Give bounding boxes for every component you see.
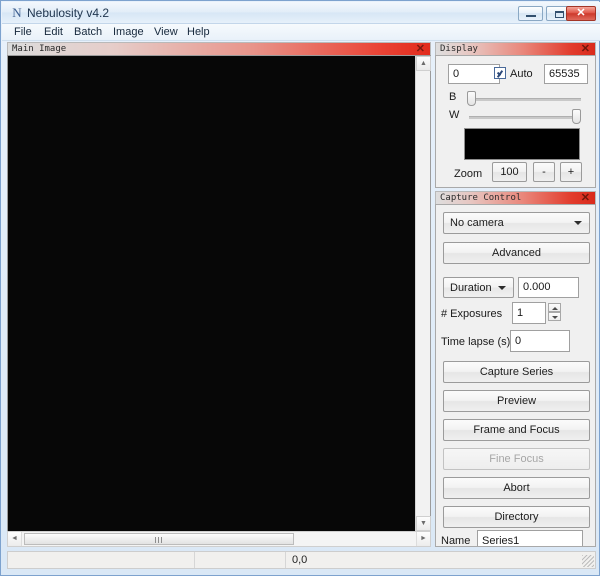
chevron-down-icon	[498, 285, 506, 290]
minimize-button[interactable]	[518, 6, 543, 21]
exposures-label: # Exposures	[441, 308, 503, 320]
capture-panel-caption-bar: Capture Control ✕	[435, 191, 596, 204]
title-bar: N Nebulosity v4.2 ✕	[2, 2, 600, 24]
capture-series-button[interactable]: Capture Series	[443, 361, 590, 383]
exposures-stepper-up[interactable]	[548, 303, 561, 312]
close-icon: ✕	[576, 7, 586, 19]
image-canvas[interactable]	[8, 56, 416, 531]
camera-select-value: No camera	[450, 217, 504, 229]
chevron-right-icon: ►	[420, 535, 427, 542]
minimize-icon	[526, 15, 536, 17]
close-window-button[interactable]: ✕	[566, 6, 596, 21]
maximize-icon	[555, 11, 564, 18]
white-slider-track[interactable]	[469, 116, 581, 119]
zoom-value-button[interactable]: 100	[492, 162, 527, 182]
triangle-down-icon	[551, 316, 558, 319]
directory-button[interactable]: Directory	[443, 506, 590, 528]
histogram-preview	[464, 128, 580, 160]
camera-select[interactable]: No camera	[443, 212, 590, 234]
display-panel-body: 0 Auto 65535 B W Zoom 100 - +	[435, 55, 596, 188]
chevron-down-icon: ▼	[420, 520, 427, 527]
scroll-left-button[interactable]: ◄	[8, 532, 22, 546]
black-slider-knob[interactable]	[467, 91, 476, 106]
status-cell-1	[8, 552, 194, 568]
white-slider-label: W	[449, 109, 460, 121]
timelapse-label: Time lapse (s)	[441, 336, 511, 348]
white-level-input[interactable]: 65535	[544, 64, 588, 84]
capture-panel-body: No camera Advanced Duration 0.000 # Expo…	[435, 204, 596, 547]
app-logo-icon: N	[12, 5, 22, 20]
status-coordinates: 0,0	[292, 554, 308, 566]
menu-item-edit[interactable]: Edit	[40, 26, 67, 39]
menu-bar: File Edit Batch Image View Help	[2, 24, 600, 41]
scroll-down-button[interactable]: ▼	[416, 516, 431, 531]
horizontal-scroll-thumb[interactable]	[24, 533, 294, 545]
menu-item-batch[interactable]: Batch	[70, 26, 106, 39]
duration-mode-select[interactable]: Duration	[443, 277, 514, 298]
image-canvas-container: ▲ ▼	[7, 55, 431, 532]
exposures-stepper[interactable]	[548, 303, 561, 321]
zoom-in-button[interactable]: +	[560, 162, 582, 182]
fine-focus-button: Fine Focus	[443, 448, 590, 470]
capture-control-panel: Capture Control ✕ No camera Advanced Dur…	[435, 191, 596, 547]
application-window: N Nebulosity v4.2 ✕ File Edit Batch Imag…	[0, 0, 600, 576]
abort-button[interactable]: Abort	[443, 477, 590, 499]
canvas-vertical-scrollbar[interactable]: ▲ ▼	[415, 56, 431, 531]
duration-input[interactable]: 0.000	[518, 277, 579, 298]
exposures-input[interactable]: 1	[512, 302, 546, 324]
status-cell-2	[195, 552, 285, 568]
status-bar: 0,0	[7, 551, 596, 569]
menu-item-help[interactable]: Help	[183, 26, 214, 39]
scroll-right-button[interactable]: ►	[416, 532, 430, 546]
resize-grip-icon[interactable]	[582, 555, 594, 567]
triangle-up-icon	[551, 307, 558, 310]
white-slider-knob[interactable]	[572, 109, 581, 124]
preview-button[interactable]: Preview	[443, 390, 590, 412]
display-panel-caption-bar: Display ✕	[435, 42, 596, 55]
display-panel: Display ✕ 0 Auto 65535 B W Zoom 100 - +	[435, 42, 596, 188]
menu-item-file[interactable]: File	[10, 26, 36, 39]
series-name-input[interactable]: Series1	[477, 530, 583, 546]
menu-item-view[interactable]: View	[150, 26, 182, 39]
exposures-stepper-down[interactable]	[548, 312, 561, 321]
chevron-up-icon: ▲	[420, 60, 427, 67]
scroll-up-button[interactable]: ▲	[416, 56, 431, 71]
chevron-left-icon: ◄	[11, 535, 18, 542]
duration-mode-value: Duration	[450, 281, 492, 294]
advanced-button[interactable]: Advanced	[443, 242, 590, 264]
black-slider-track[interactable]	[469, 98, 581, 101]
auto-stretch-label: Auto	[510, 68, 533, 80]
menu-item-image[interactable]: Image	[109, 26, 148, 39]
black-slider-label: B	[449, 91, 457, 103]
auto-stretch-checkbox[interactable]	[494, 67, 506, 79]
main-image-dock: Main Image ✕ ▲ ▼ ◄ ►	[7, 42, 431, 547]
name-label: Name	[441, 535, 471, 547]
window-title: Nebulosity v4.2	[27, 6, 110, 20]
chevron-down-icon	[574, 221, 582, 225]
canvas-horizontal-scrollbar[interactable]: ◄ ►	[7, 531, 431, 547]
scroll-thumb-grip-icon	[155, 537, 163, 543]
zoom-label: Zoom	[454, 168, 483, 180]
frame-and-focus-button[interactable]: Frame and Focus	[443, 419, 590, 441]
timelapse-input[interactable]: 0	[510, 330, 570, 352]
zoom-out-button[interactable]: -	[533, 162, 555, 182]
black-level-input[interactable]: 0	[448, 64, 500, 84]
main-image-caption-bar: Main Image ✕	[7, 42, 431, 55]
